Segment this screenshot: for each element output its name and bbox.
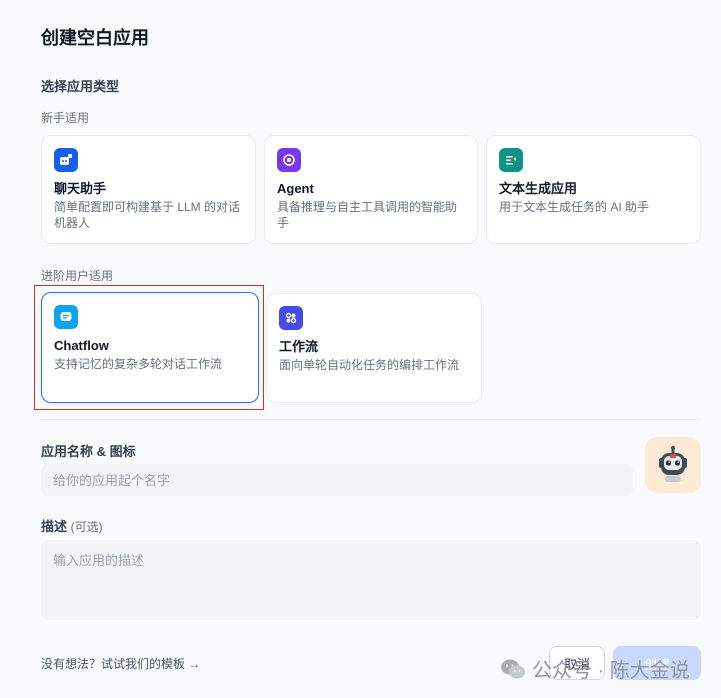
workflow-icon <box>279 306 303 330</box>
description-label-text: 描述 <box>41 519 68 534</box>
wechat-icon <box>501 659 525 678</box>
app-icon-picker[interactable] <box>645 437 701 493</box>
app-type-card-agent[interactable]: Agent 具备推理与自主工具调用的智能助手 <box>264 135 478 244</box>
create-button[interactable]: 创建 <box>613 646 701 680</box>
card-description: 简单配置即可构建基于 LLM 的对话机器人 <box>54 200 241 230</box>
app-name-label-text: 应用名称 & 图标 <box>41 444 136 459</box>
description-label: 描述 (可选) <box>41 516 103 535</box>
card-title: Agent <box>277 181 314 196</box>
beginner-group-label: 新手适用 <box>41 111 90 125</box>
app-name-label: 应用名称 & 图标 <box>41 441 136 460</box>
card-description: 具备推理与自主工具调用的智能助手 <box>277 200 458 230</box>
chatflow-icon <box>54 305 78 329</box>
robot-avatar-icon <box>659 446 687 482</box>
app-type-card-workflow[interactable]: 工作流 面向单轮自动化任务的编排工作流 <box>266 293 482 403</box>
app-type-label: 选择应用类型 <box>41 79 120 94</box>
app-type-card-text-generation[interactable]: 文本生成应用 用于文本生成任务的 AI 助手 <box>486 135 701 244</box>
card-description: 支持记忆的复杂多轮对话工作流 <box>54 357 223 371</box>
card-title: 文本生成应用 <box>499 181 578 196</box>
app-type-card-chatbot[interactable]: 聊天助手 简单配置即可构建基于 LLM 的对话机器人 <box>41 135 256 244</box>
advanced-group-label: 进阶用户适用 <box>41 269 114 283</box>
page-title: 创建空白应用 <box>41 28 149 48</box>
agent-icon <box>277 148 301 172</box>
optional-tag: (可选) <box>70 520 103 534</box>
card-description: 用于文本生成任务的 AI 助手 <box>499 200 650 214</box>
app-type-card-chatflow[interactable]: Chatflow 支持记忆的复杂多轮对话工作流 <box>41 292 259 403</box>
template-link[interactable]: 没有想法？试试我们的模板 → <box>41 655 200 672</box>
description-input[interactable] <box>41 540 701 620</box>
text-generation-icon <box>499 148 523 172</box>
card-title: Chatflow <box>54 338 109 353</box>
card-title: 工作流 <box>279 339 319 354</box>
cancel-button[interactable]: 取消 <box>549 646 605 680</box>
divider <box>41 419 701 420</box>
app-name-input[interactable] <box>41 464 633 496</box>
chat-bot-icon <box>54 148 78 172</box>
card-description: 面向单轮自动化任务的编排工作流 <box>279 358 460 372</box>
card-title: 聊天助手 <box>54 181 107 196</box>
